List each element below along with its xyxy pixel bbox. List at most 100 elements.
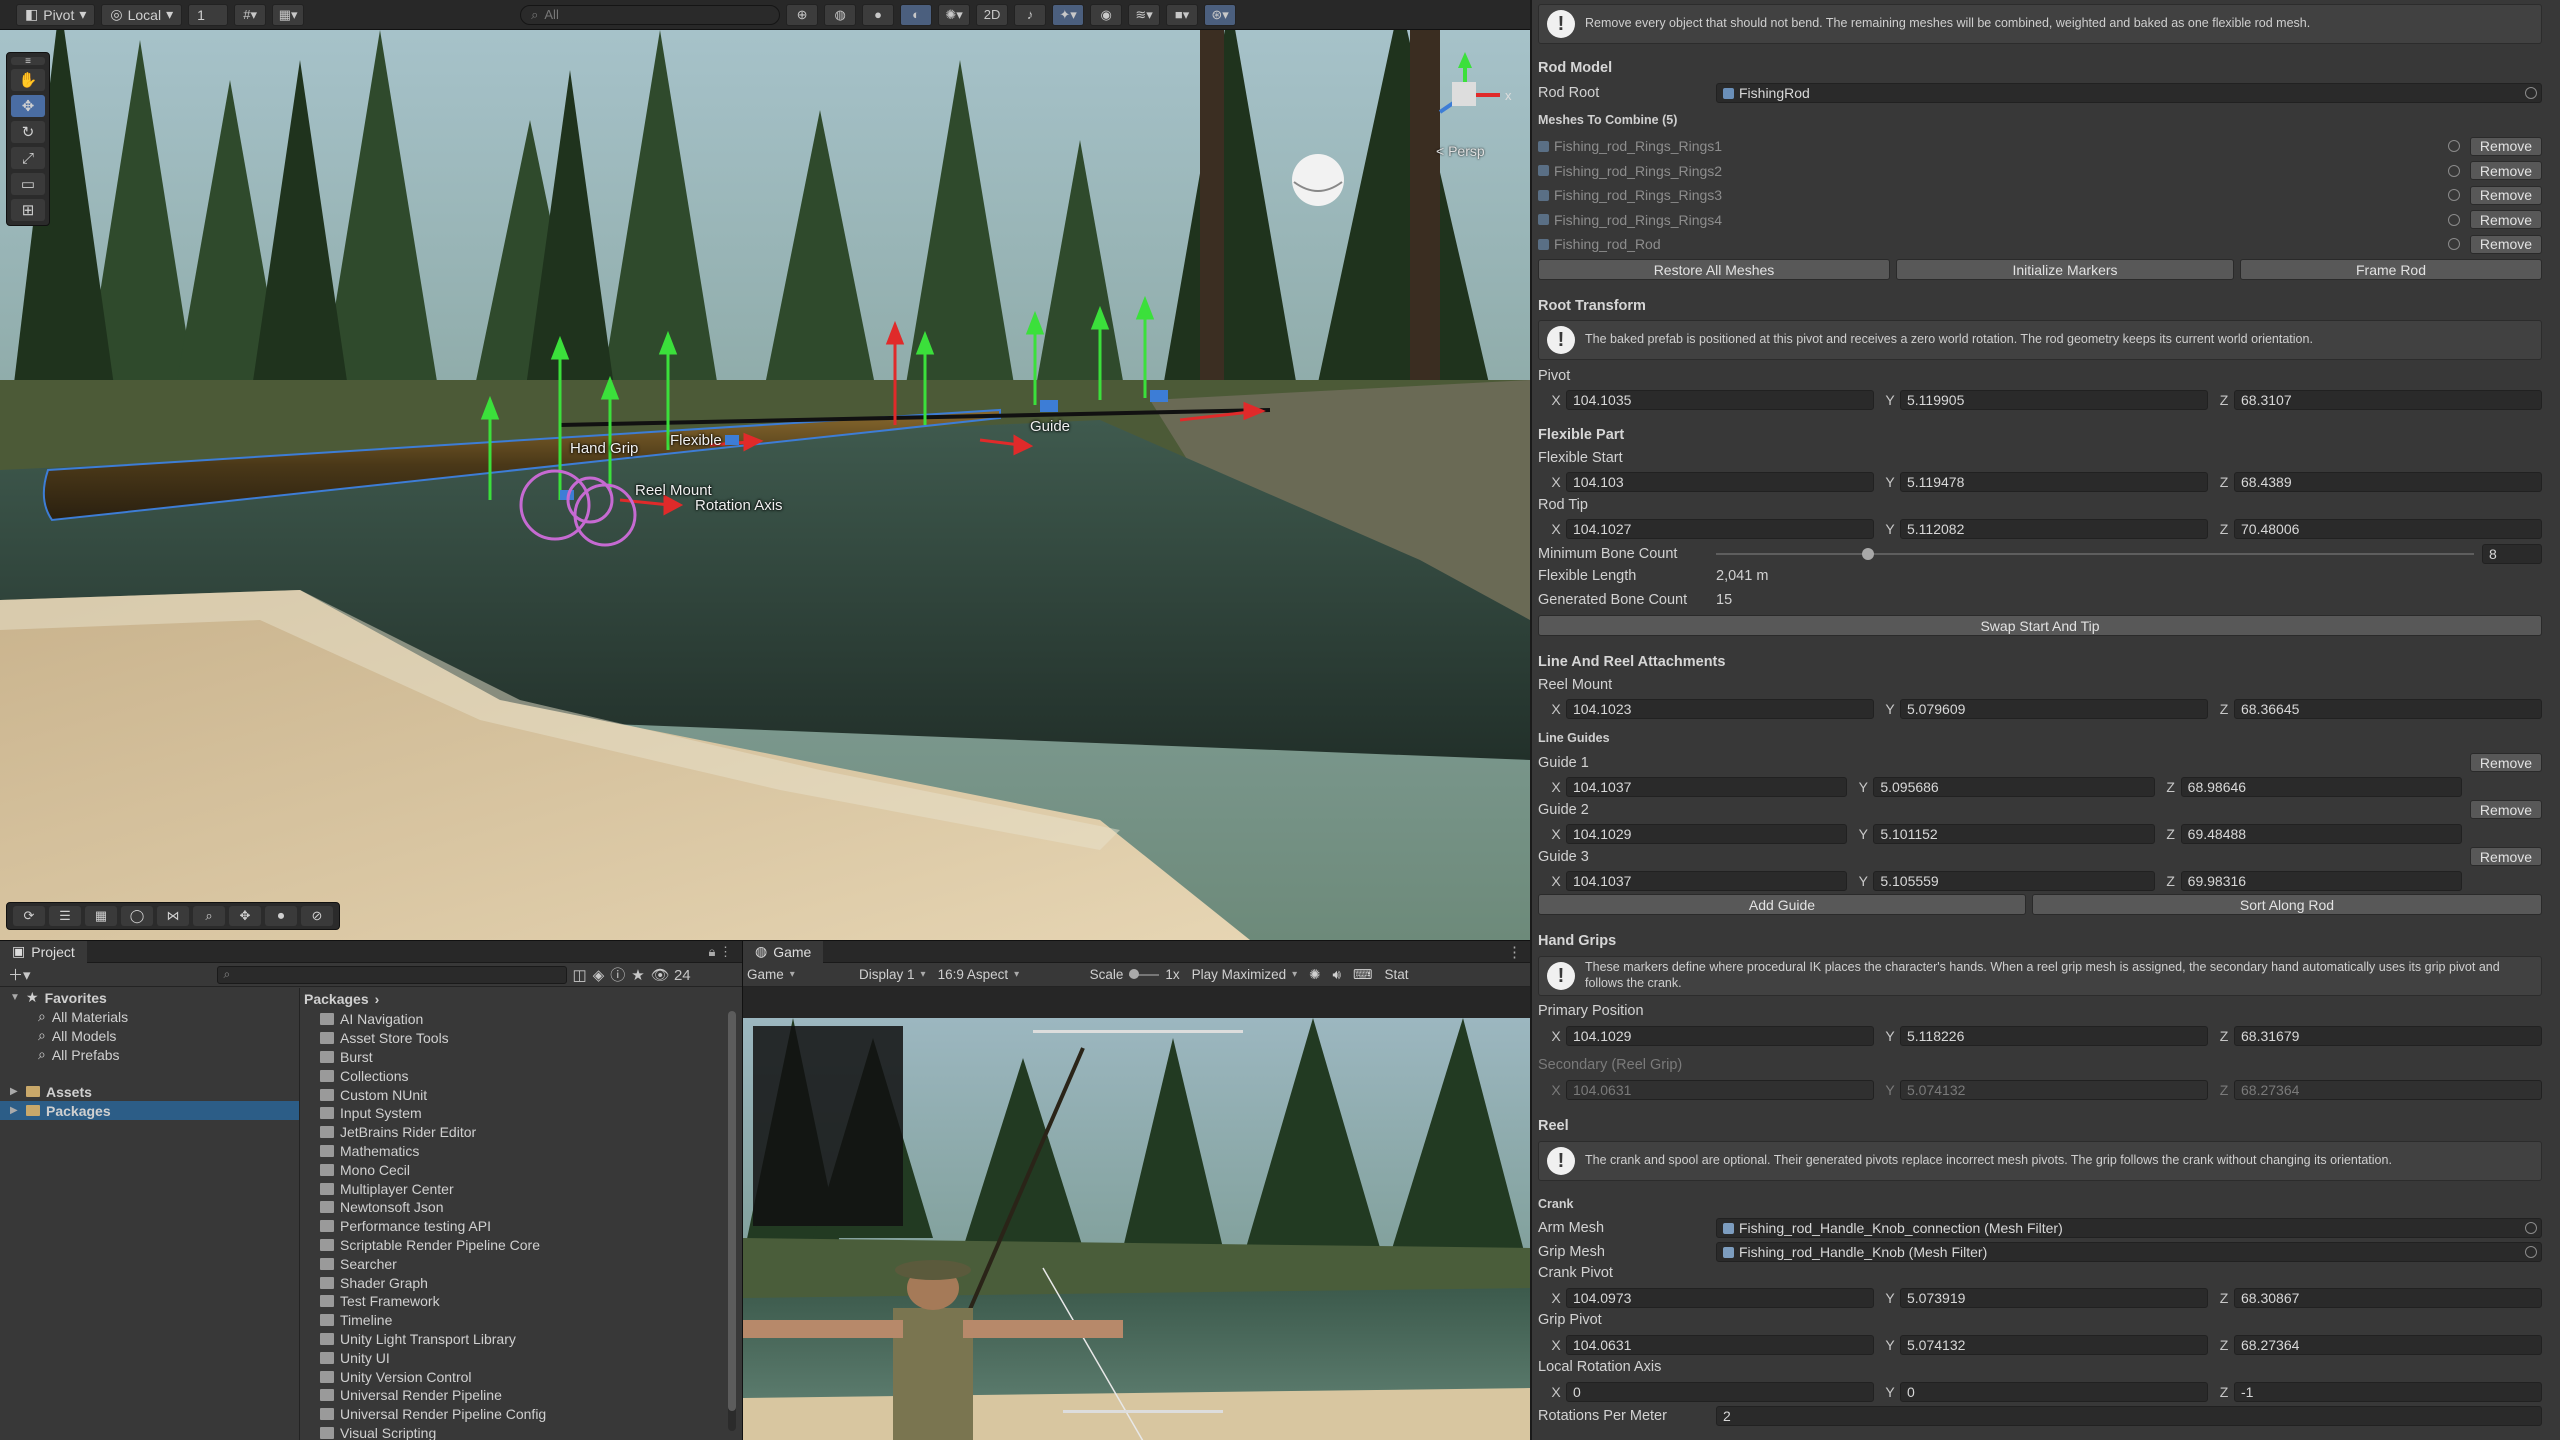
vector-field-y[interactable]: 5.073919: [1900, 1288, 2208, 1308]
global-icon[interactable]: ⊕: [786, 3, 819, 26]
grid-snap-icon[interactable]: #▾: [234, 3, 267, 26]
vector-field-z[interactable]: 68.27364: [2234, 1335, 2542, 1355]
package-item[interactable]: Scriptable Render Pipeline Core: [302, 1236, 742, 1255]
persp-label[interactable]: < Persp: [1436, 143, 1485, 159]
initialize-markers-button[interactable]: Initialize Markers: [1896, 259, 2234, 280]
visibility-count[interactable]: 👁︎ 24: [651, 966, 691, 984]
vector-field-y[interactable]: 5.119905: [1900, 390, 2208, 410]
bones-icon[interactable]: ⋈: [157, 906, 189, 926]
axis-label-y[interactable]: Y: [1880, 1082, 1900, 1098]
axis-label-z[interactable]: Z: [2161, 873, 2181, 889]
object-picker-icon[interactable]: [2448, 238, 2460, 251]
shaded-wireframe-icon[interactable]: ◐: [900, 3, 933, 26]
package-item[interactable]: Unity Version Control: [302, 1367, 742, 1386]
remove-mesh-button[interactable]: Remove: [2470, 234, 2542, 254]
axis-label-y[interactable]: Y: [1880, 521, 1900, 537]
package-item[interactable]: Collections: [302, 1066, 742, 1085]
vector-field-x[interactable]: 104.1023: [1566, 699, 1874, 719]
vector-field-z[interactable]: 70.48006: [2234, 519, 2542, 539]
remove-mesh-button[interactable]: Remove: [2470, 136, 2542, 156]
package-item[interactable]: Asset Store Tools: [302, 1029, 742, 1048]
wireframe-icon[interactable]: ◍: [824, 3, 857, 26]
package-item[interactable]: Timeline: [302, 1311, 742, 1330]
lock-icon[interactable]: 🔒︎ ⋮: [708, 944, 732, 960]
axis-label-z[interactable]: Z: [2214, 1290, 2234, 1306]
settings-icon[interactable]: ✺: [1309, 967, 1320, 983]
axis-label-x[interactable]: X: [1546, 873, 1566, 889]
axis-label-x[interactable]: X: [1546, 474, 1566, 490]
axis-label-z[interactable]: Z: [2214, 1384, 2234, 1400]
vector-field-y[interactable]: 5.112082: [1900, 519, 2208, 539]
axis-label-y[interactable]: Y: [1880, 701, 1900, 717]
drag-handle-icon[interactable]: ≡: [11, 56, 45, 67]
vector-field-z[interactable]: 69.98316: [2180, 871, 2462, 891]
axis-label-z[interactable]: Z: [2214, 474, 2234, 490]
vector-field-x[interactable]: 0: [1566, 1382, 1874, 1402]
label-icon[interactable]: ◈: [593, 966, 605, 984]
add-icon[interactable]: ＋▾: [8, 964, 31, 985]
rotations-per-meter-field[interactable]: 2: [1716, 1406, 2542, 1426]
scale-tool-icon[interactable]: ⤢: [11, 147, 45, 169]
object-picker-icon[interactable]: [2448, 189, 2460, 202]
tab-project[interactable]: ▣ Project: [0, 940, 87, 963]
vector-field-z[interactable]: 68.3107: [2234, 390, 2542, 410]
axis-label-y[interactable]: Y: [1853, 873, 1873, 889]
min-bone-field[interactable]: 8: [2482, 544, 2542, 564]
axis-label-z[interactable]: Z: [2214, 392, 2234, 408]
scrollbar-thumb[interactable]: [728, 1011, 736, 1411]
more-options-icon[interactable]: ⋮: [1507, 943, 1522, 961]
sort-along-rod-button[interactable]: Sort Along Rod: [2032, 894, 2542, 915]
tree-favorites[interactable]: ▼ ★ Favorites: [0, 988, 299, 1007]
filter-type-icon[interactable]: ◫: [573, 966, 587, 984]
package-item[interactable]: Universal Render Pipeline: [302, 1386, 742, 1405]
audio-toggle-icon[interactable]: ♪: [1014, 3, 1047, 26]
pivot-toggle[interactable]: ◧ Pivot ▾: [16, 3, 96, 26]
vector-field-y[interactable]: 5.119478: [1900, 472, 2208, 492]
package-item[interactable]: Burst: [302, 1048, 742, 1067]
axis-label-z[interactable]: Z: [2214, 701, 2234, 717]
2d-toggle-icon[interactable]: 2D: [976, 3, 1009, 26]
vector-field-x[interactable]: 104.1027: [1566, 519, 1874, 539]
move-tool-icon[interactable]: ✥: [11, 95, 45, 117]
grid-icon[interactable]: ▦: [85, 906, 117, 926]
axis-label-y[interactable]: Y: [1880, 474, 1900, 490]
vector-field-z[interactable]: 68.31679: [2234, 1026, 2542, 1046]
remove-guide-button[interactable]: Remove: [2470, 847, 2542, 866]
object-picker-icon[interactable]: [2525, 1246, 2537, 1258]
lighting-icon[interactable]: ✺▾: [938, 3, 971, 26]
star-icon[interactable]: ★: [631, 966, 644, 984]
effects-icon[interactable]: ✦▾: [1052, 3, 1085, 26]
axis-label-x[interactable]: X: [1546, 1082, 1566, 1098]
visibility-icon[interactable]: ◉: [1090, 3, 1123, 26]
play-mode-dropdown[interactable]: Play Maximized: [1192, 967, 1298, 982]
axis-label-y[interactable]: Y: [1880, 1290, 1900, 1306]
audio-icon[interactable]: 🔊︎: [1332, 967, 1341, 983]
frame-rod-button[interactable]: Frame Rod: [2240, 259, 2542, 280]
axis-label-x[interactable]: X: [1546, 701, 1566, 717]
rect-tool-icon[interactable]: ▭: [11, 173, 45, 195]
vector-field-z[interactable]: -1: [2234, 1382, 2542, 1402]
transform-tool-icon[interactable]: ⊞: [11, 199, 45, 221]
vector-field-z[interactable]: 69.48488: [2180, 824, 2462, 844]
axis-label-x[interactable]: X: [1546, 1290, 1566, 1306]
vector-field-z[interactable]: 68.36645: [2234, 699, 2542, 719]
package-item[interactable]: Custom NUnit: [302, 1085, 742, 1104]
scene-view[interactable]: x ◧ Pivot ▾ ◎ Local ▾ 1 #▾ ▦▾ ⌕ All ⊕ ◍ ● ◐ ✺…: [0, 0, 1530, 940]
tree-assets[interactable]: ▶ Assets: [0, 1082, 299, 1101]
axis-label-x[interactable]: X: [1546, 521, 1566, 537]
package-item[interactable]: Input System: [302, 1104, 742, 1123]
project-search-input[interactable]: ⌕: [216, 965, 567, 984]
tab-game[interactable]: ◍ Game: [743, 941, 824, 963]
scale-slider[interactable]: Scale 1x: [1090, 967, 1180, 982]
vector-field-x[interactable]: 104.1035: [1566, 390, 1874, 410]
axis-label-y[interactable]: Y: [1853, 826, 1873, 842]
min-bone-slider[interactable]: [1716, 544, 2474, 564]
display-dropdown[interactable]: Display 1: [859, 967, 926, 982]
vector-field-x[interactable]: 104.1029: [1566, 824, 1848, 844]
scene-search-input[interactable]: ⌕ All: [520, 4, 781, 25]
axis-label-z[interactable]: Z: [2214, 1082, 2234, 1098]
keyboard-icon[interactable]: ⌨︎: [1353, 967, 1373, 983]
local-toggle[interactable]: ◎ Local ▾: [101, 3, 183, 26]
favorite-item[interactable]: ⌕ All Prefabs: [0, 1045, 299, 1064]
sphere-icon[interactable]: ◯: [121, 906, 153, 926]
